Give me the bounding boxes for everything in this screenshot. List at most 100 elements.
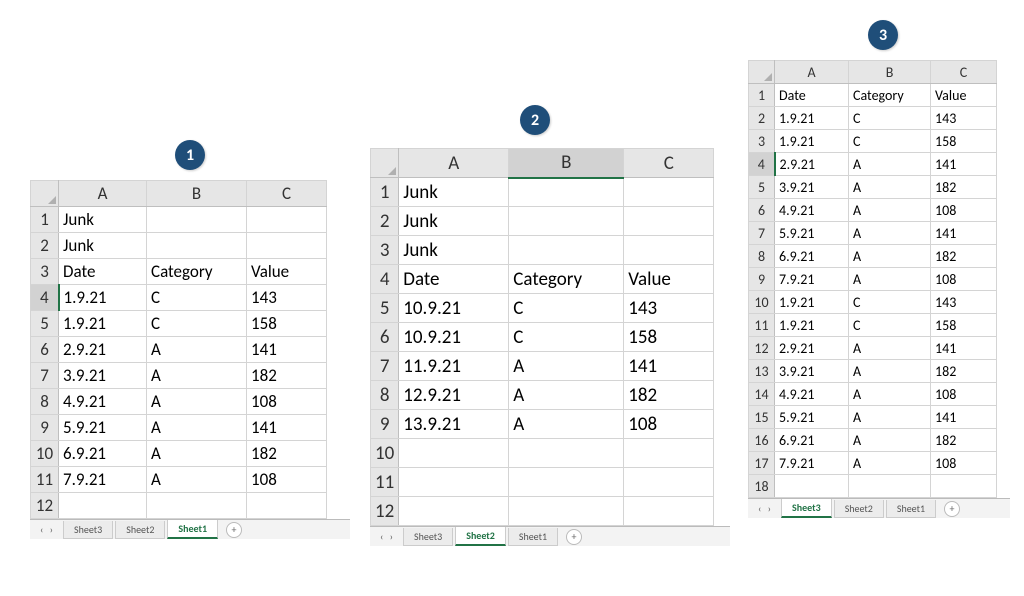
row-header[interactable]: 16 bbox=[749, 429, 775, 452]
date-cell[interactable]: 6.9.21 bbox=[775, 429, 849, 452]
row-header[interactable]: 10 bbox=[31, 441, 59, 467]
value-cell[interactable]: 143 bbox=[931, 291, 997, 314]
column-header-A[interactable]: A bbox=[59, 181, 147, 207]
header-date[interactable]: Date bbox=[59, 259, 147, 285]
value-cell[interactable]: 182 bbox=[247, 441, 327, 467]
row-header[interactable]: 17 bbox=[749, 452, 775, 475]
value-cell[interactable]: 182 bbox=[247, 363, 327, 389]
date-cell[interactable]: 5.9.21 bbox=[59, 415, 147, 441]
cell[interactable] bbox=[849, 475, 931, 498]
row-header[interactable]: 1 bbox=[371, 178, 399, 207]
date-cell[interactable]: 5.9.21 bbox=[775, 406, 849, 429]
tab-sheet3[interactable]: Sheet3 bbox=[403, 528, 453, 546]
cell[interactable] bbox=[147, 207, 247, 233]
row-header[interactable]: 8 bbox=[371, 381, 399, 410]
row-header[interactable]: 5 bbox=[31, 311, 59, 337]
value-cell[interactable]: 182 bbox=[931, 429, 997, 452]
cell[interactable] bbox=[624, 207, 714, 236]
row-header[interactable]: 3 bbox=[371, 236, 399, 265]
date-cell[interactable]: 7.9.21 bbox=[775, 452, 849, 475]
category-cell[interactable]: A bbox=[849, 452, 931, 475]
cell[interactable] bbox=[247, 233, 327, 259]
row-header[interactable]: 5 bbox=[749, 176, 775, 199]
date-cell[interactable]: 10.9.21 bbox=[399, 294, 509, 323]
value-cell[interactable]: 108 bbox=[247, 467, 327, 493]
junk-cell[interactable]: Junk bbox=[59, 207, 147, 233]
date-cell[interactable]: 4.9.21 bbox=[775, 383, 849, 406]
category-cell[interactable]: A bbox=[147, 389, 247, 415]
column-header-A[interactable]: A bbox=[399, 149, 509, 178]
header-date[interactable]: Date bbox=[775, 84, 849, 107]
date-cell[interactable]: 5.9.21 bbox=[775, 222, 849, 245]
row-header[interactable]: 2 bbox=[31, 233, 59, 259]
date-cell[interactable]: 1.9.21 bbox=[59, 285, 147, 311]
date-cell[interactable]: 2.9.21 bbox=[775, 337, 849, 360]
value-cell[interactable]: 108 bbox=[931, 268, 997, 291]
spreadsheet-grid[interactable]: ABC1DateCategoryValue21.9.21C14331.9.21C… bbox=[748, 60, 997, 498]
tab-nav[interactable]: ‹ › bbox=[34, 523, 61, 536]
category-cell[interactable]: A bbox=[849, 199, 931, 222]
category-cell[interactable]: C bbox=[509, 323, 624, 352]
cell[interactable] bbox=[624, 236, 714, 265]
value-cell[interactable]: 143 bbox=[624, 294, 714, 323]
value-cell[interactable]: 141 bbox=[247, 415, 327, 441]
value-cell[interactable]: 108 bbox=[931, 199, 997, 222]
date-cell[interactable]: 7.9.21 bbox=[59, 467, 147, 493]
row-header[interactable]: 14 bbox=[749, 383, 775, 406]
select-all-corner[interactable] bbox=[371, 149, 399, 178]
date-cell[interactable]: 6.9.21 bbox=[775, 245, 849, 268]
row-header[interactable]: 1 bbox=[749, 84, 775, 107]
value-cell[interactable]: 158 bbox=[931, 130, 997, 153]
cell[interactable] bbox=[624, 178, 714, 207]
cell[interactable] bbox=[509, 497, 624, 526]
row-header[interactable]: 7 bbox=[31, 363, 59, 389]
cell[interactable] bbox=[147, 233, 247, 259]
row-header[interactable]: 18 bbox=[749, 475, 775, 498]
value-cell[interactable]: 141 bbox=[624, 352, 714, 381]
category-cell[interactable]: A bbox=[849, 222, 931, 245]
category-cell[interactable]: A bbox=[509, 381, 624, 410]
category-cell[interactable]: C bbox=[147, 285, 247, 311]
category-cell[interactable]: A bbox=[849, 268, 931, 291]
category-cell[interactable]: A bbox=[147, 441, 247, 467]
header-date[interactable]: Date bbox=[399, 265, 509, 294]
date-cell[interactable]: 10.9.21 bbox=[399, 323, 509, 352]
row-header[interactable]: 12 bbox=[749, 337, 775, 360]
date-cell[interactable]: 3.9.21 bbox=[775, 360, 849, 383]
select-all-corner[interactable] bbox=[31, 181, 59, 207]
select-all-corner[interactable] bbox=[749, 61, 775, 84]
category-cell[interactable]: C bbox=[849, 291, 931, 314]
category-cell[interactable]: C bbox=[849, 107, 931, 130]
row-header[interactable]: 11 bbox=[749, 314, 775, 337]
value-cell[interactable]: 108 bbox=[247, 389, 327, 415]
date-cell[interactable]: 7.9.21 bbox=[775, 268, 849, 291]
category-cell[interactable]: A bbox=[147, 415, 247, 441]
value-cell[interactable]: 158 bbox=[931, 314, 997, 337]
category-cell[interactable]: A bbox=[849, 337, 931, 360]
column-header-B[interactable]: B bbox=[147, 181, 247, 207]
row-header[interactable]: 11 bbox=[371, 468, 399, 497]
junk-cell[interactable]: Junk bbox=[399, 178, 509, 207]
row-header[interactable]: 11 bbox=[31, 467, 59, 493]
row-header[interactable]: 6 bbox=[749, 199, 775, 222]
row-header[interactable]: 15 bbox=[749, 406, 775, 429]
row-header[interactable]: 2 bbox=[749, 107, 775, 130]
category-cell[interactable]: C bbox=[509, 294, 624, 323]
header-category[interactable]: Category bbox=[147, 259, 247, 285]
header-value[interactable]: Value bbox=[247, 259, 327, 285]
cell[interactable] bbox=[624, 497, 714, 526]
spreadsheet-grid[interactable]: ABC1Junk2Junk3Junk4DateCategoryValue510.… bbox=[370, 148, 714, 526]
header-value[interactable]: Value bbox=[624, 265, 714, 294]
date-cell[interactable]: 13.9.21 bbox=[399, 410, 509, 439]
junk-cell[interactable]: Junk bbox=[399, 236, 509, 265]
tab-sheet3[interactable]: Sheet3 bbox=[781, 499, 832, 518]
column-header-B[interactable]: B bbox=[849, 61, 931, 84]
date-cell[interactable]: 3.9.21 bbox=[775, 176, 849, 199]
value-cell[interactable]: 158 bbox=[624, 323, 714, 352]
date-cell[interactable]: 2.9.21 bbox=[59, 337, 147, 363]
cell[interactable] bbox=[509, 439, 624, 468]
add-sheet-button[interactable]: + bbox=[566, 529, 582, 545]
value-cell[interactable]: 141 bbox=[247, 337, 327, 363]
cell[interactable] bbox=[931, 475, 997, 498]
category-cell[interactable]: A bbox=[509, 352, 624, 381]
